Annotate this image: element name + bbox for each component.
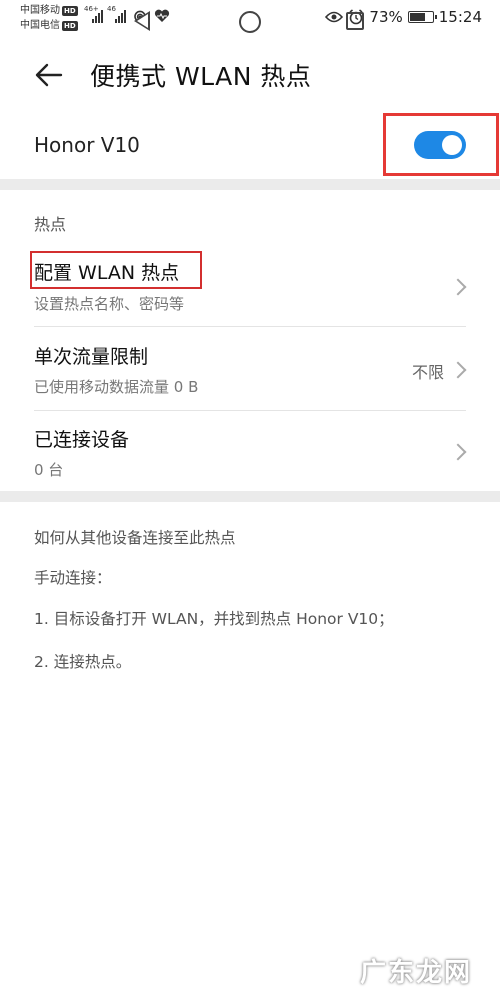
item-title: 单次流量限制 (34, 346, 149, 368)
help-manual: 手动连接： (34, 569, 112, 587)
item-subtitle: 0 台 (34, 461, 64, 479)
toggle-knob (442, 135, 462, 155)
hotspot-toggle[interactable] (414, 131, 466, 159)
carrier-info: 中国移动 HD 中国电信 HD (20, 3, 78, 33)
title-bar: 便携式 WLAN 热点 (0, 52, 500, 98)
item-title: 已连接设备 (34, 429, 130, 451)
list-item-connected-devices[interactable]: 已连接设备 0 台 (0, 411, 500, 495)
health-heart-icon (154, 9, 170, 22)
chevron-right-icon (449, 278, 467, 296)
battery-icon (407, 11, 437, 23)
list-item-data-limit[interactable]: 单次流量限制 已使用移动数据流量 0 B 不限 (0, 327, 500, 411)
battery-percent: 73% (369, 8, 403, 26)
nav-recents-icon[interactable] (346, 12, 364, 30)
item-value: 不限 (411, 363, 444, 382)
back-button[interactable] (34, 60, 64, 90)
help-heading: 如何从其他设备连接至此热点 (34, 529, 236, 547)
help-step-1: 1. 目标设备打开 WLAN，并找到热点 Honor V10； (34, 610, 394, 628)
page-title: 便携式 WLAN 热点 (90, 62, 312, 91)
nav-home-icon[interactable] (239, 11, 261, 33)
signal-2-icon: 46 (107, 5, 126, 23)
eye-icon (325, 11, 344, 23)
section-label: 热点 (34, 215, 67, 234)
chevron-right-icon (449, 361, 467, 379)
carrier-2-name: 中国电信 (20, 20, 60, 31)
section-divider (0, 491, 500, 502)
back-arrow-icon (35, 63, 63, 87)
item-subtitle: 已使用移动数据流量 0 B (34, 378, 199, 396)
watermark: 广东龙网 (359, 958, 472, 988)
signal-icons: 46+ 46 (84, 5, 170, 24)
nav-back-icon-inner (137, 14, 148, 28)
signal-1-icon: 46+ (84, 5, 103, 23)
help-step-2: 2. 连接热点。 (34, 653, 132, 671)
hd-icon: HD (62, 5, 78, 16)
highlight-box (30, 251, 202, 289)
hd-icon: HD (62, 20, 78, 31)
chevron-right-icon (449, 443, 467, 461)
section-divider (0, 179, 500, 190)
carrier-1-name: 中国移动 (20, 5, 60, 16)
item-subtitle: 设置热点名称、密码等 (34, 295, 185, 313)
clock: 15:24 (438, 8, 482, 26)
device-name: Honor V10 (34, 133, 140, 157)
